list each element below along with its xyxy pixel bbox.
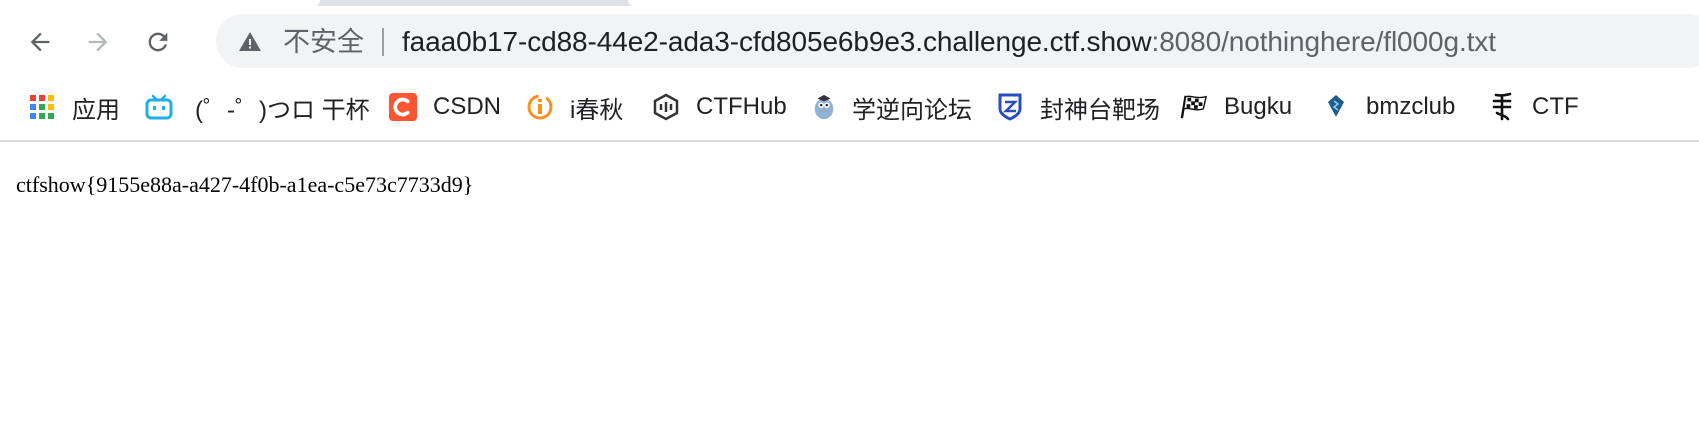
bookmark-label: Bugku xyxy=(1224,93,1293,120)
bookmark-label: 封神台靶场 xyxy=(1040,96,1160,124)
bmzclub-icon xyxy=(1322,93,1350,121)
url-path: :8080/nothinghere/fl000g.txt xyxy=(1151,26,1496,57)
bookmark-label: 学逆向论坛 xyxy=(852,96,972,124)
bookmark-bmzclub[interactable]: bmzclub xyxy=(1322,90,1455,124)
bookmark-label: CTF xyxy=(1532,93,1579,120)
omnibox-separator xyxy=(382,28,384,56)
back-button[interactable] xyxy=(20,22,60,62)
ichunqiu-icon xyxy=(526,93,554,121)
bookmark-apps[interactable]: 应用 xyxy=(28,90,120,124)
reload-button[interactable] xyxy=(138,22,178,62)
bookmark-bugku[interactable]: Bugku xyxy=(1180,90,1292,124)
reload-icon xyxy=(148,32,168,52)
bookmark-ctfhub[interactable]: CTFHub xyxy=(652,90,787,124)
page-body-text: ctfshow{9155e88a-a427-4f0b-a1ea-c5e73c77… xyxy=(16,172,474,197)
bookmark-reverse-forum[interactable]: 学逆向论坛 xyxy=(810,90,972,124)
ctf-icon xyxy=(1488,92,1516,121)
bookmarks-bar: 应用 (゜-゜)つロ 干杯 CSDN i春秋 CTFHub 学逆向论坛 封神台靶… xyxy=(0,80,1699,136)
not-secure-warning-icon[interactable] xyxy=(238,30,262,54)
bookmark-label: i春秋 xyxy=(570,96,624,124)
url-host: faaa0b17-cd88-44e2-ada3-cfd805e6b9e3.cha… xyxy=(402,26,1152,57)
browser-toolbar: 不安全 faaa0b17-cd88-44e2-ada3-cfd805e6b9e3… xyxy=(0,6,1699,74)
csdn-icon xyxy=(389,93,417,121)
forward-button[interactable] xyxy=(78,22,118,62)
not-secure-label[interactable]: 不安全 xyxy=(283,26,364,58)
bookmark-ichunqiu[interactable]: i春秋 xyxy=(526,90,623,124)
forward-arrow-icon xyxy=(88,32,108,52)
bookmark-fengshentai[interactable]: 封神台靶场 xyxy=(996,90,1160,124)
bookmark-label: (゜-゜)つロ 干杯 xyxy=(195,96,370,124)
reverse-forum-icon xyxy=(810,93,838,121)
bookmark-label: CSDN xyxy=(433,93,502,120)
apps-grid-icon xyxy=(28,93,56,121)
toolbar-divider xyxy=(0,140,1699,142)
checkered-flag-icon xyxy=(1180,93,1208,121)
bookmark-label: bmzclub xyxy=(1366,93,1456,120)
bilibili-icon xyxy=(145,93,173,121)
fengshentai-icon xyxy=(996,93,1024,121)
address-bar[interactable]: 不安全 faaa0b17-cd88-44e2-ada3-cfd805e6b9e3… xyxy=(216,14,1699,68)
bookmark-csdn[interactable]: CSDN xyxy=(389,90,501,124)
bookmark-label: 应用 xyxy=(72,96,120,124)
url-text[interactable]: faaa0b17-cd88-44e2-ada3-cfd805e6b9e3.cha… xyxy=(402,26,1496,58)
bookmark-bilibili[interactable]: (゜-゜)つロ 干杯 xyxy=(145,90,370,124)
bookmark-ctf[interactable]: CTF xyxy=(1488,90,1579,124)
bookmark-label: CTFHub xyxy=(696,93,787,120)
ctfhub-icon xyxy=(652,93,680,121)
back-arrow-icon xyxy=(30,32,50,52)
